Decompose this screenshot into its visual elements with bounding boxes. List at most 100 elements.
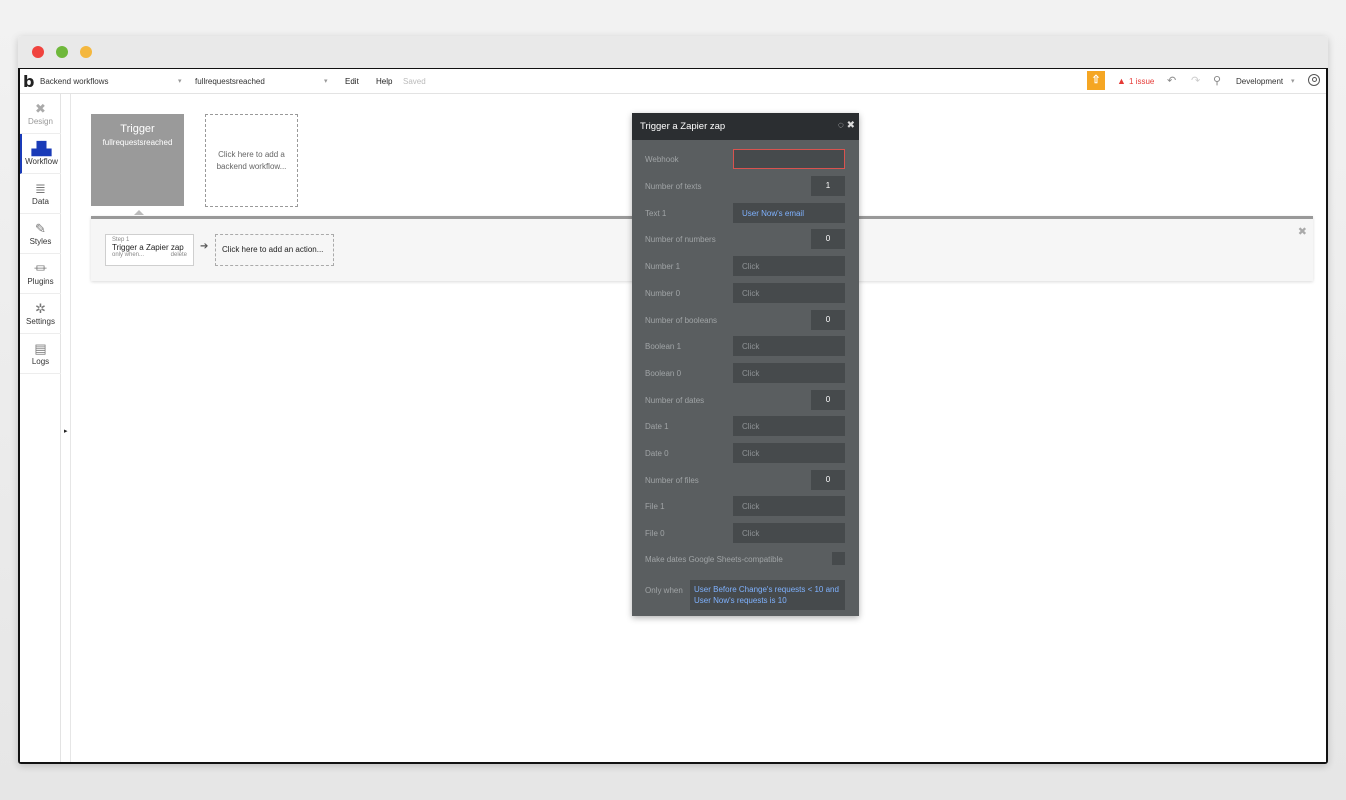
panel-header: Trigger a Zapier zap ◌ ✖: [632, 113, 859, 140]
click-field[interactable]: Click: [733, 443, 845, 463]
page-select-chevron-icon[interactable]: ▾: [178, 77, 182, 85]
styles-icon: ✎: [35, 221, 46, 236]
environment-select[interactable]: Development: [1236, 77, 1283, 86]
sidebar-item-label: Design: [28, 117, 53, 126]
help-menu[interactable]: Help: [376, 77, 392, 86]
number-input[interactable]: 0: [811, 389, 845, 410]
sidebar-item-data[interactable]: ≣ Data: [20, 174, 61, 214]
panel-row: Boolean 0 Click: [645, 362, 845, 383]
panel-row: Text 1 User Now's email: [645, 202, 845, 223]
undo-icon[interactable]: ↶: [1167, 74, 1176, 87]
data-icon: ≣: [35, 181, 46, 196]
panel-row: Number of booleans 0: [645, 309, 845, 330]
delete-link[interactable]: delete: [171, 252, 187, 258]
settings-icon: ✲: [35, 301, 46, 316]
only-when-row: Only when User Before Change's requests …: [645, 580, 845, 610]
redo-icon[interactable]: ↷: [1191, 74, 1200, 87]
search-icon[interactable]: ⚲: [1213, 74, 1221, 87]
panel-row: Number 1 Click: [645, 256, 845, 277]
sidebar-item-label: Workflow: [25, 157, 58, 166]
design-icon: ✖: [35, 101, 46, 116]
panel-row: Number 0 Click: [645, 282, 845, 303]
webhook-input[interactable]: [733, 149, 845, 169]
close-window-button[interactable]: [32, 46, 44, 58]
click-field[interactable]: Click: [733, 416, 845, 437]
click-field[interactable]: Click: [733, 282, 845, 303]
panel-row-label: Text 1: [645, 208, 667, 218]
trigger-name: fullrequestsreached: [102, 138, 173, 147]
number-input[interactable]: 0: [811, 309, 845, 330]
only-when-link[interactable]: only when...: [112, 252, 144, 258]
click-field[interactable]: Click: [733, 523, 845, 544]
sheets-compatible-row: Make dates Google Sheets-compatible: [645, 549, 845, 569]
panel-title: Trigger a Zapier zap: [640, 121, 726, 132]
panel-row: Date 1 Click: [645, 416, 845, 437]
gift-icon[interactable]: ⇧: [1087, 71, 1105, 90]
sidebar-item-styles[interactable]: ✎ Styles: [20, 214, 61, 254]
minimize-window-button[interactable]: [56, 46, 68, 58]
warning-icon[interactable]: ▲: [1117, 76, 1126, 86]
step-1-card[interactable]: Step 1 Trigger a Zapier zap only when...…: [105, 234, 194, 266]
trigger-card[interactable]: Trigger fullrequestsreached: [91, 114, 184, 206]
panel-row-label: Number 1: [645, 262, 681, 272]
edit-menu[interactable]: Edit: [345, 77, 359, 86]
panel-row: Number of dates 0: [645, 389, 845, 410]
click-field[interactable]: Click: [733, 362, 845, 383]
step-links: only when... delete: [112, 252, 187, 258]
issue-count-link[interactable]: 1 issue: [1129, 77, 1154, 86]
only-when-condition[interactable]: User Before Change's requests < 10 and U…: [690, 580, 845, 610]
workflow-icon: ▟▙: [31, 141, 52, 156]
close-icon[interactable]: ✖: [1298, 225, 1307, 238]
number-input[interactable]: 0: [811, 229, 845, 250]
click-field[interactable]: Click: [733, 336, 845, 357]
panel-row: Number of texts 1: [645, 176, 845, 196]
only-when-label: Only when: [645, 586, 683, 595]
panel-row: File 0 Click: [645, 523, 845, 544]
panel-row: Date 0 Click: [645, 443, 845, 463]
click-field[interactable]: Click: [733, 256, 845, 277]
editor-sidebar: ✖ Design ▟▙ Workflow ≣ Data ✎ Styles ⏛ P…: [20, 94, 61, 762]
panel-header-icons: ◌ ✖: [838, 120, 855, 131]
number-input[interactable]: 1: [811, 176, 845, 196]
user-account-icon[interactable]: [1308, 74, 1320, 86]
panel-row: Number of files 0: [645, 469, 845, 490]
sheets-compatible-label: Make dates Google Sheets-compatible: [645, 555, 783, 564]
number-input[interactable]: 0: [811, 469, 845, 490]
action-properties-panel: Trigger a Zapier zap ◌ ✖ Webhook Number …: [632, 113, 859, 616]
bubble-logo[interactable]: b: [23, 72, 34, 91]
sidebar-item-logs[interactable]: ▤ Logs: [20, 334, 61, 374]
logs-icon: ▤: [34, 341, 47, 356]
sidebar-item-label: Settings: [26, 317, 55, 326]
workflow-select-chevron-icon[interactable]: ▾: [324, 77, 328, 85]
panel-row-label: Number 0: [645, 288, 681, 298]
sidebar-item-plugins[interactable]: ⏛ Plugins: [20, 254, 61, 294]
expand-panel-arrow-icon[interactable]: ▸: [64, 427, 68, 435]
panel-row: File 1 Click: [645, 496, 845, 517]
editor-topbar: b Backend workflows ▾ fullrequestsreache…: [20, 69, 1326, 94]
window-titlebar: [18, 36, 1328, 68]
browser-window: b Backend workflows ▾ fullrequestsreache…: [18, 36, 1328, 764]
add-backend-workflow-button[interactable]: Click here to add a backend workflow...: [205, 114, 298, 207]
page-select[interactable]: Backend workflows: [40, 77, 108, 86]
environment-chevron-icon[interactable]: ▾: [1291, 77, 1295, 85]
dynamic-value-field[interactable]: User Now's email: [733, 202, 845, 223]
sheets-compatible-checkbox[interactable]: [832, 552, 845, 565]
arrow-right-icon: ➔: [200, 241, 209, 252]
sidebar-item-design[interactable]: ✖ Design: [20, 94, 61, 134]
add-action-button[interactable]: Click here to add an action...: [215, 234, 334, 266]
bubble-editor: b Backend workflows ▾ fullrequestsreache…: [18, 68, 1328, 764]
maximize-window-button[interactable]: [80, 46, 92, 58]
comment-icon[interactable]: ◌: [838, 120, 844, 131]
panel-row-label: File 0: [645, 529, 665, 539]
sidebar-item-label: Data: [32, 197, 49, 206]
selected-pointer: [134, 210, 144, 215]
sidebar-item-settings[interactable]: ✲ Settings: [20, 294, 61, 334]
panel-row-label: Date 0: [645, 449, 669, 458]
sidebar-item-workflow[interactable]: ▟▙ Workflow: [20, 134, 61, 174]
panel-row: Boolean 1 Click: [645, 336, 845, 357]
workflow-select[interactable]: fullrequestsreached: [195, 77, 265, 86]
webhook-label: Webhook: [645, 155, 679, 164]
click-field[interactable]: Click: [733, 496, 845, 517]
close-icon[interactable]: ✖: [847, 120, 855, 131]
panel-row-label: Number of files: [645, 475, 699, 485]
